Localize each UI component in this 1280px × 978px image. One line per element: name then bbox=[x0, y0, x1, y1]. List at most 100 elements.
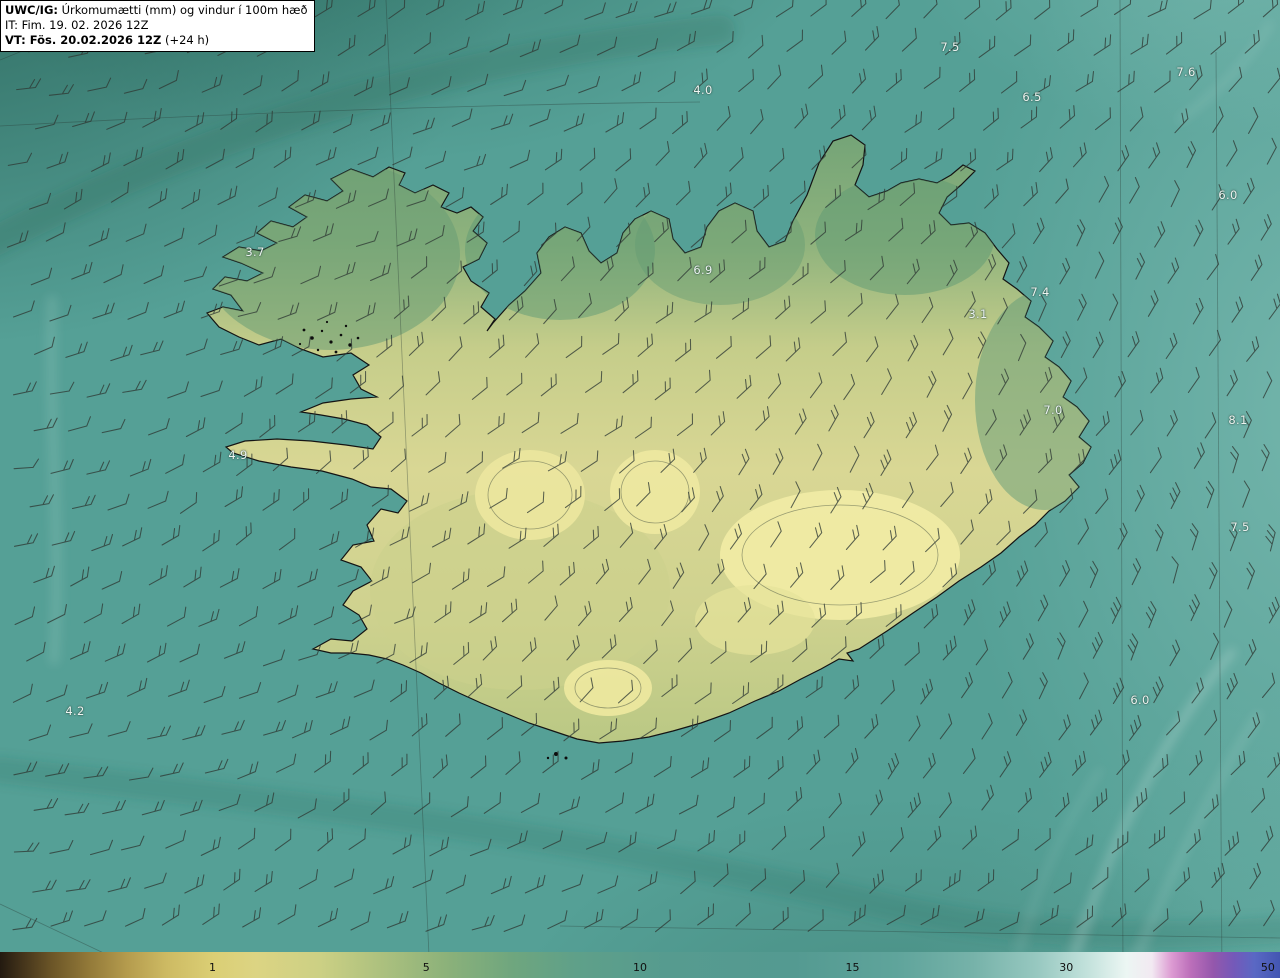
wind-barb bbox=[198, 608, 220, 627]
wind-barb bbox=[465, 0, 486, 21]
wind-barb bbox=[1226, 672, 1238, 700]
wind-barb bbox=[220, 339, 244, 356]
wind-barb bbox=[733, 0, 755, 17]
wind-barb bbox=[451, 108, 473, 127]
wind-barb bbox=[83, 603, 104, 624]
wind-barb bbox=[938, 107, 955, 131]
wind-barb bbox=[121, 603, 141, 625]
wind-barb bbox=[182, 725, 206, 741]
wind-barb bbox=[92, 302, 115, 319]
wind-barb bbox=[1014, 34, 1032, 57]
wind-barb bbox=[143, 265, 165, 285]
wind-barb bbox=[12, 300, 35, 318]
valid-time-label: VT: bbox=[5, 32, 26, 47]
wind-barb bbox=[581, 759, 600, 780]
wind-barb bbox=[1246, 562, 1256, 590]
wind-barb bbox=[772, 907, 789, 930]
wind-barb bbox=[1205, 480, 1215, 509]
wind-barb bbox=[1204, 412, 1217, 439]
wind-barb bbox=[1057, 29, 1075, 52]
wind-barb bbox=[1039, 751, 1052, 778]
wind-barb bbox=[1224, 831, 1240, 856]
wind-barb bbox=[639, 107, 657, 130]
wind-barb bbox=[122, 379, 147, 393]
wind-barb bbox=[277, 684, 299, 703]
wind-barb bbox=[337, 34, 356, 57]
wind-barb bbox=[1206, 254, 1220, 280]
wind-barb bbox=[890, 147, 908, 171]
wind-barb bbox=[1211, 862, 1225, 889]
wind-barb bbox=[164, 227, 185, 247]
wind-barb bbox=[635, 793, 655, 814]
wind-barb bbox=[887, 752, 900, 780]
wind-barb bbox=[425, 0, 446, 16]
wind-barb bbox=[1165, 32, 1183, 55]
wind-barb bbox=[167, 679, 190, 697]
wind-barb bbox=[72, 111, 95, 128]
wind-barb bbox=[388, 0, 406, 20]
wind-barb bbox=[429, 836, 449, 857]
wind-barb bbox=[1098, 175, 1110, 203]
wind-barb bbox=[1129, 106, 1144, 132]
wind-barb bbox=[771, 825, 787, 851]
wind-barb bbox=[1165, 332, 1178, 360]
wind-barb bbox=[542, 750, 559, 774]
wind-barb bbox=[200, 836, 221, 856]
wind-barb bbox=[830, 104, 846, 129]
wind-barb bbox=[885, 68, 902, 93]
wind-barb bbox=[977, 869, 995, 892]
wind-barb bbox=[102, 799, 126, 815]
wind-barb bbox=[787, 716, 804, 740]
wind-barb bbox=[357, 146, 379, 166]
wind-barb bbox=[1110, 596, 1122, 624]
wind-barb bbox=[122, 527, 143, 547]
wind-barb bbox=[924, 148, 943, 170]
wind-barb bbox=[203, 686, 226, 704]
wind-barb bbox=[546, 74, 569, 92]
wind-barb bbox=[1227, 218, 1240, 245]
wind-barb bbox=[1262, 0, 1279, 18]
wind-barb bbox=[126, 677, 148, 697]
wind-barb bbox=[276, 753, 297, 773]
colorbar-tick: 10 bbox=[633, 961, 647, 974]
wind-barb bbox=[13, 533, 39, 547]
wind-barb bbox=[845, 747, 859, 774]
weather-map bbox=[0, 0, 1280, 978]
wind-barb bbox=[14, 606, 36, 626]
wind-barb bbox=[278, 527, 296, 551]
wind-barb bbox=[262, 568, 282, 590]
wind-barb bbox=[831, 30, 847, 55]
wind-barb bbox=[223, 868, 241, 891]
wind-barb bbox=[1038, 294, 1047, 322]
wind-barb bbox=[412, 869, 434, 889]
wind-barb bbox=[923, 66, 941, 89]
wind-barb bbox=[1109, 293, 1119, 321]
wind-barb bbox=[1129, 176, 1140, 204]
wind-barb bbox=[1246, 336, 1260, 362]
wind-barb bbox=[1092, 788, 1108, 813]
wind-barb bbox=[1227, 0, 1244, 14]
wind-barb bbox=[870, 789, 883, 816]
wind-barb bbox=[1154, 221, 1166, 248]
wind-barb bbox=[1170, 180, 1180, 208]
wind-barb bbox=[317, 908, 339, 928]
wind-barb bbox=[1060, 331, 1071, 359]
wind-barb bbox=[502, 0, 525, 16]
wind-barb bbox=[1039, 147, 1053, 173]
wind-barb bbox=[1186, 141, 1197, 169]
wind-barb bbox=[181, 189, 201, 210]
wind-barb bbox=[165, 830, 186, 849]
wind-barb bbox=[262, 489, 280, 511]
wind-barb bbox=[1211, 184, 1224, 211]
wind-barb bbox=[1210, 632, 1219, 660]
wind-barb bbox=[1075, 71, 1095, 92]
land-iceland bbox=[206, 134, 1092, 760]
wind-barb bbox=[1150, 367, 1164, 394]
wind-barb bbox=[1038, 672, 1048, 700]
wind-barb bbox=[161, 525, 181, 546]
wind-barb bbox=[1016, 560, 1029, 587]
wind-barb bbox=[503, 914, 526, 932]
wind-barb bbox=[566, 182, 583, 206]
wind-barb bbox=[1188, 750, 1203, 776]
wind-barb bbox=[864, 25, 880, 51]
